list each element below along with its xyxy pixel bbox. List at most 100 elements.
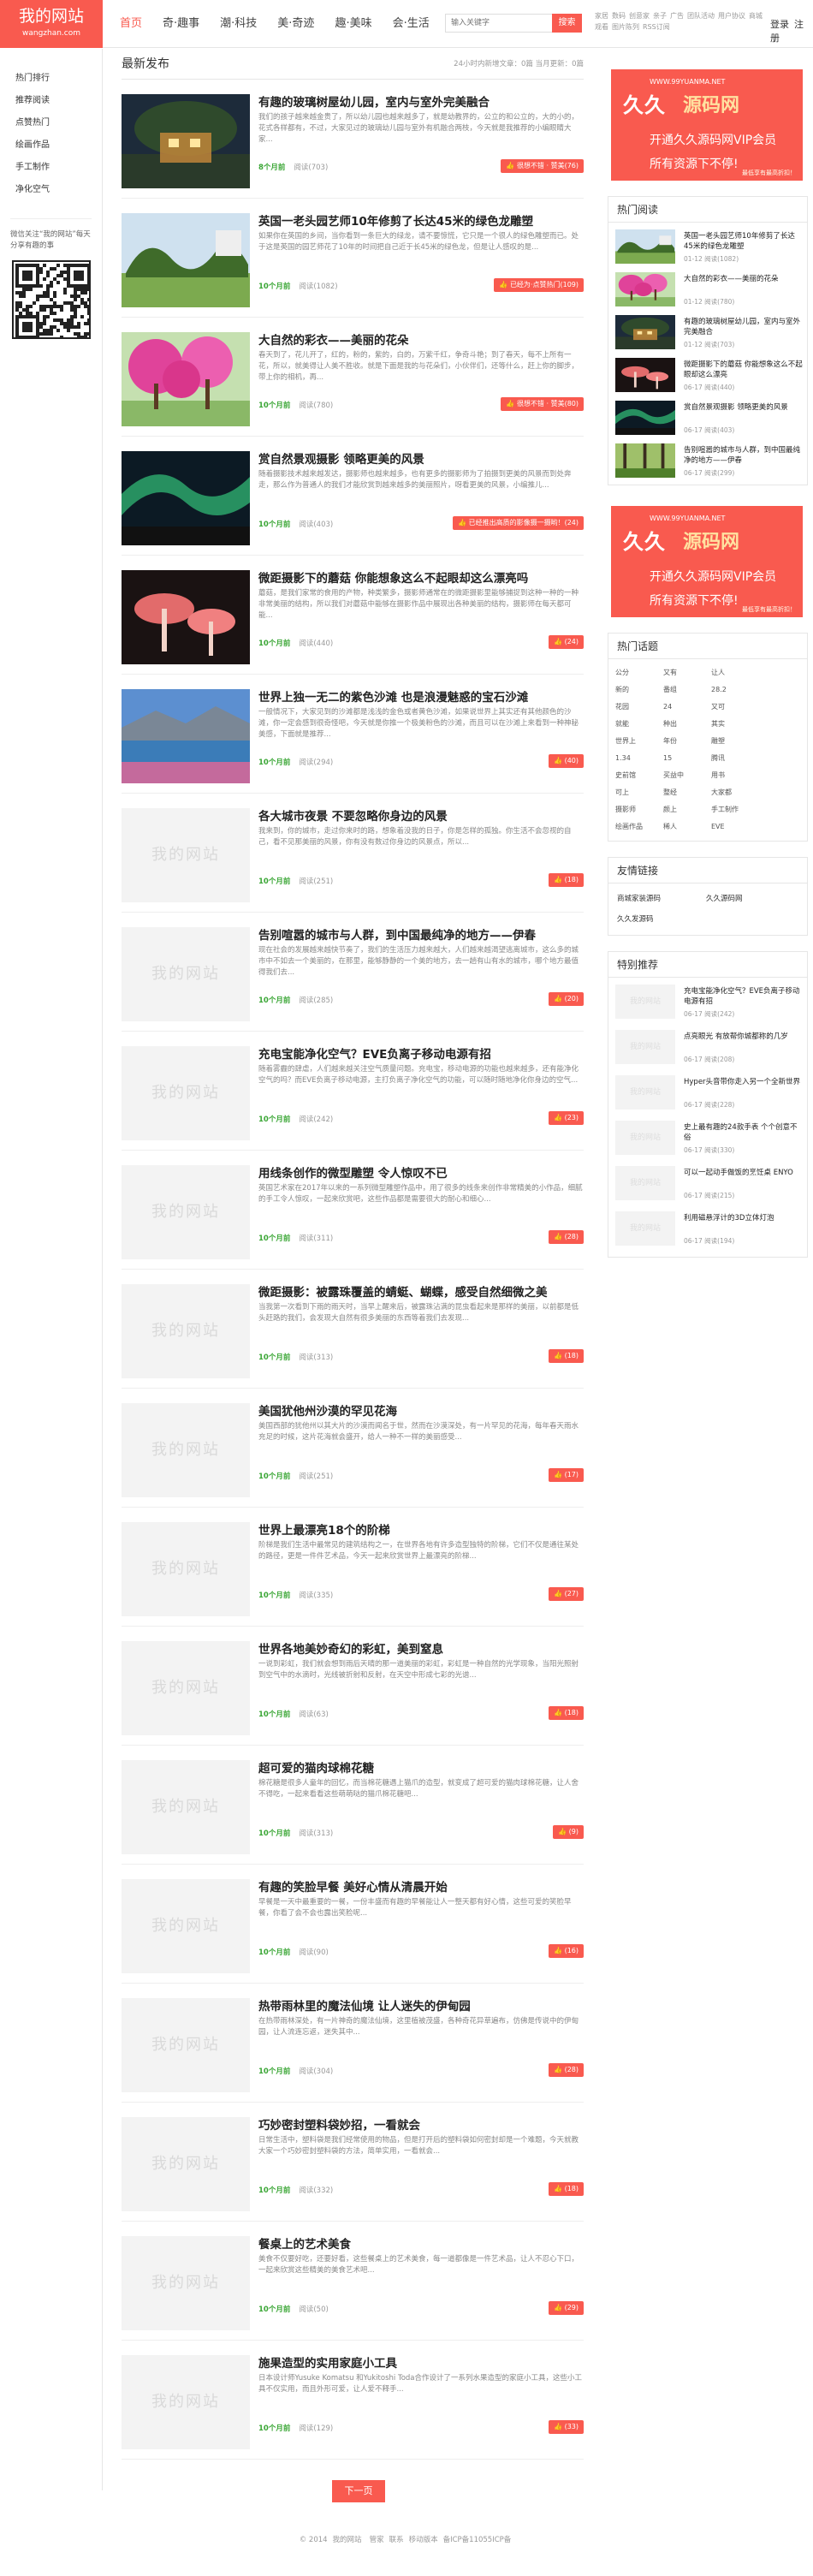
like-button[interactable]: 👍 (23) <box>549 1111 584 1125</box>
nav-item[interactable]: 会·生活 <box>393 0 430 48</box>
post-thumbnail[interactable] <box>122 332 250 426</box>
tag-link[interactable]: 手工制作 <box>711 801 759 818</box>
tag-link[interactable]: 15 <box>663 750 711 767</box>
like-button[interactable]: 👍 很想不错 · 赞美(76) <box>501 159 584 173</box>
post-title[interactable]: 世界上最漂亮18个的阶梯 <box>258 1520 390 1538</box>
like-button[interactable]: 👍 (20) <box>549 992 584 1006</box>
recommend-item[interactable]: 我的网站 可以一起动手做饭的烹饪桌 ENYO 06-17 阅读(215) <box>608 1159 807 1205</box>
tag-link[interactable]: 让人 <box>711 664 759 681</box>
recommend-item-title[interactable]: Hyper头音带你走入另一个全新世界 <box>684 1077 804 1098</box>
post-thumbnail[interactable] <box>122 94 250 188</box>
post-thumbnail[interactable]: 我的网站 <box>122 1879 250 1973</box>
friend-link[interactable]: 久久发源码 <box>617 909 706 930</box>
recommend-thumbnail[interactable]: 我的网站 <box>615 1211 675 1246</box>
like-button[interactable]: 👍 (28) <box>549 2063 584 2077</box>
login-link[interactable]: 登录 <box>770 19 789 30</box>
tag-link[interactable]: 新的 <box>615 681 663 699</box>
tag-link[interactable]: 又有 <box>663 664 711 681</box>
hot-word-link[interactable]: 用户协议 <box>718 12 745 20</box>
tag-link[interactable]: 又可 <box>711 699 759 716</box>
recommend-thumbnail[interactable]: 我的网站 <box>615 985 675 1019</box>
post-title[interactable]: 餐桌上的艺术美食 <box>258 2234 351 2252</box>
like-button[interactable]: 👍 (16) <box>549 1944 584 1958</box>
like-button[interactable]: 👍 (28) <box>549 1230 584 1244</box>
hot-read-thumbnail[interactable] <box>615 315 675 349</box>
hot-read-item-title[interactable]: 英国一老头园艺师10年修剪了长达45米的绿色龙雕塑 <box>684 231 804 252</box>
post-thumbnail[interactable]: 我的网站 <box>122 2117 250 2211</box>
tag-link[interactable]: 世界上 <box>615 733 663 750</box>
tag-link[interactable]: 腾讯 <box>711 750 759 767</box>
tag-link[interactable]: 雕塑 <box>711 733 759 750</box>
recommend-item[interactable]: 我的网站 史上最有趣的24款手表 个个创意不俗 06-17 阅读(330) <box>608 1114 807 1159</box>
post-title[interactable]: 美国犹他州沙漠的罕见花海 <box>258 1401 397 1419</box>
left-menu-item[interactable]: 绘画作品 <box>0 134 102 157</box>
tag-link[interactable]: 年份 <box>663 733 711 750</box>
hot-read-item-title[interactable]: 微距摄影下的蘑菇 你能想象这么不起眼却这么漂亮 <box>684 360 804 380</box>
recommend-thumbnail[interactable]: 我的网站 <box>615 1030 675 1064</box>
hot-read-item[interactable]: 有趣的玻璃树屋幼儿园，室内与室外完美融合 01-12 阅读(703) <box>608 308 807 351</box>
post-thumbnail[interactable] <box>122 689 250 783</box>
post-title[interactable]: 微距摄影：被露珠覆盖的蜻蜓、蝴蝶，感受自然细微之美 <box>258 1282 548 1300</box>
hot-read-item-title[interactable]: 赏自然景观摄影 领略更美的风景 <box>684 402 804 423</box>
post-thumbnail[interactable]: 我的网站 <box>122 2355 250 2449</box>
hot-read-item-title[interactable]: 告别喧嚣的城市与人群，到中国最纯净的地方——伊春 <box>684 445 804 466</box>
post-title[interactable]: 各大城市夜景 不要忽略你身边的风景 <box>258 806 448 824</box>
tag-link[interactable]: 种出 <box>663 716 711 733</box>
like-button[interactable]: 👍 (18) <box>549 2182 584 2196</box>
recommend-item[interactable]: 我的网站 Hyper头音带你走入另一个全新世界 06-17 阅读(228) <box>608 1068 807 1114</box>
vip-ad-banner[interactable]: WWW.99YUANMA.NET 久久 源码网 开通久久源码网VIP会员 所有资源下不停… <box>611 506 803 617</box>
recommend-item[interactable]: 我的网站 充电宝能净化空气？EVE负离子移动电源有招 06-17 阅读(242) <box>608 978 807 1023</box>
search-button[interactable]: 搜索 <box>552 14 582 33</box>
post-thumbnail[interactable]: 我的网站 <box>122 1284 250 1378</box>
post-thumbnail[interactable]: 我的网站 <box>122 1046 250 1140</box>
hot-read-item[interactable]: 告别喧嚣的城市与人群，到中国最纯净的地方——伊春 06-17 阅读(299) <box>608 437 807 479</box>
friend-link[interactable]: 久久源码网 <box>706 889 795 909</box>
tag-link[interactable]: 摄影师 <box>615 801 663 818</box>
tag-link[interactable]: 其实 <box>711 716 759 733</box>
post-thumbnail[interactable]: 我的网站 <box>122 1403 250 1497</box>
post-title[interactable]: 巧妙密封塑料袋妙招，一看就会 <box>258 2115 420 2133</box>
post-thumbnail[interactable] <box>122 213 250 307</box>
post-title[interactable]: 世界各地美妙奇幻的彩虹，美到窒息 <box>258 1639 443 1657</box>
post-title[interactable]: 世界上独一无二的紫色沙滩 也是浪漫魅惑的宝石沙滩 <box>258 687 528 705</box>
post-title[interactable]: 充电宝能净化空气？EVE负离子移动电源有招 <box>258 1044 491 1062</box>
recommend-item-title[interactable]: 利用磁悬浮计的3D立体灯泡 <box>684 1213 804 1234</box>
hot-read-thumbnail[interactable] <box>615 358 675 392</box>
tag-link[interactable]: 番组 <box>663 681 711 699</box>
tag-link[interactable]: EVE <box>711 818 759 836</box>
hot-word-link[interactable]: 商城 <box>749 12 763 20</box>
post-thumbnail[interactable]: 我的网站 <box>122 2236 250 2330</box>
recommend-thumbnail[interactable]: 我的网站 <box>615 1075 675 1110</box>
site-logo[interactable]: 我的网站 wangzhan.com <box>0 0 103 48</box>
recommend-thumbnail[interactable]: 我的网站 <box>615 1121 675 1155</box>
tag-link[interactable]: 花园 <box>615 699 663 716</box>
hot-word-link[interactable]: 图片陈列 <box>612 23 639 31</box>
like-button[interactable]: 👍 很想不错 · 赞美(80) <box>501 397 584 411</box>
recommend-item[interactable]: 我的网站 利用磁悬浮计的3D立体灯泡 06-17 阅读(194) <box>608 1205 807 1250</box>
post-thumbnail[interactable] <box>122 451 250 545</box>
like-button[interactable]: 👍 (24) <box>549 635 584 649</box>
post-thumbnail[interactable]: 我的网站 <box>122 1522 250 1616</box>
left-menu-item[interactable]: 净化空气 <box>0 179 102 201</box>
tag-link[interactable]: 24 <box>663 699 711 716</box>
tag-link[interactable]: 28.2 <box>711 681 759 699</box>
hot-read-thumbnail[interactable] <box>615 229 675 264</box>
tag-link[interactable]: 大家都 <box>711 784 759 801</box>
vip-ad-banner[interactable]: WWW.99YUANMA.NET 久久 源码网 开通久久源码网VIP会员 所有资源下不停… <box>611 69 803 181</box>
hot-read-item[interactable]: 大自然的彩衣——美丽的花朵 01-12 阅读(780) <box>608 265 807 308</box>
like-button[interactable]: 👍 (33) <box>549 2420 584 2434</box>
hot-read-item-title[interactable]: 有趣的玻璃树屋幼儿园，室内与室外完美融合 <box>684 317 804 337</box>
post-title[interactable]: 施果造型的实用家庭小工具 <box>258 2353 397 2371</box>
left-menu-item[interactable]: 推荐阅读 <box>0 90 102 112</box>
post-title[interactable]: 有趣的玻璃树屋幼儿园，室内与室外完美融合 <box>258 92 490 110</box>
hot-read-thumbnail[interactable] <box>615 401 675 435</box>
left-menu-item[interactable]: 热门排行 <box>0 68 102 90</box>
post-thumbnail[interactable]: 我的网站 <box>122 808 250 902</box>
hot-read-thumbnail[interactable] <box>615 272 675 306</box>
hot-read-thumbnail[interactable] <box>615 443 675 478</box>
footer-link[interactable]: 备ICP备11055ICP备 <box>443 2536 512 2544</box>
recommend-thumbnail[interactable]: 我的网站 <box>615 1166 675 1200</box>
like-button[interactable]: 👍 (18) <box>549 873 584 887</box>
post-thumbnail[interactable]: 我的网站 <box>122 1641 250 1735</box>
hot-word-link[interactable]: 团队活动 <box>687 12 715 20</box>
